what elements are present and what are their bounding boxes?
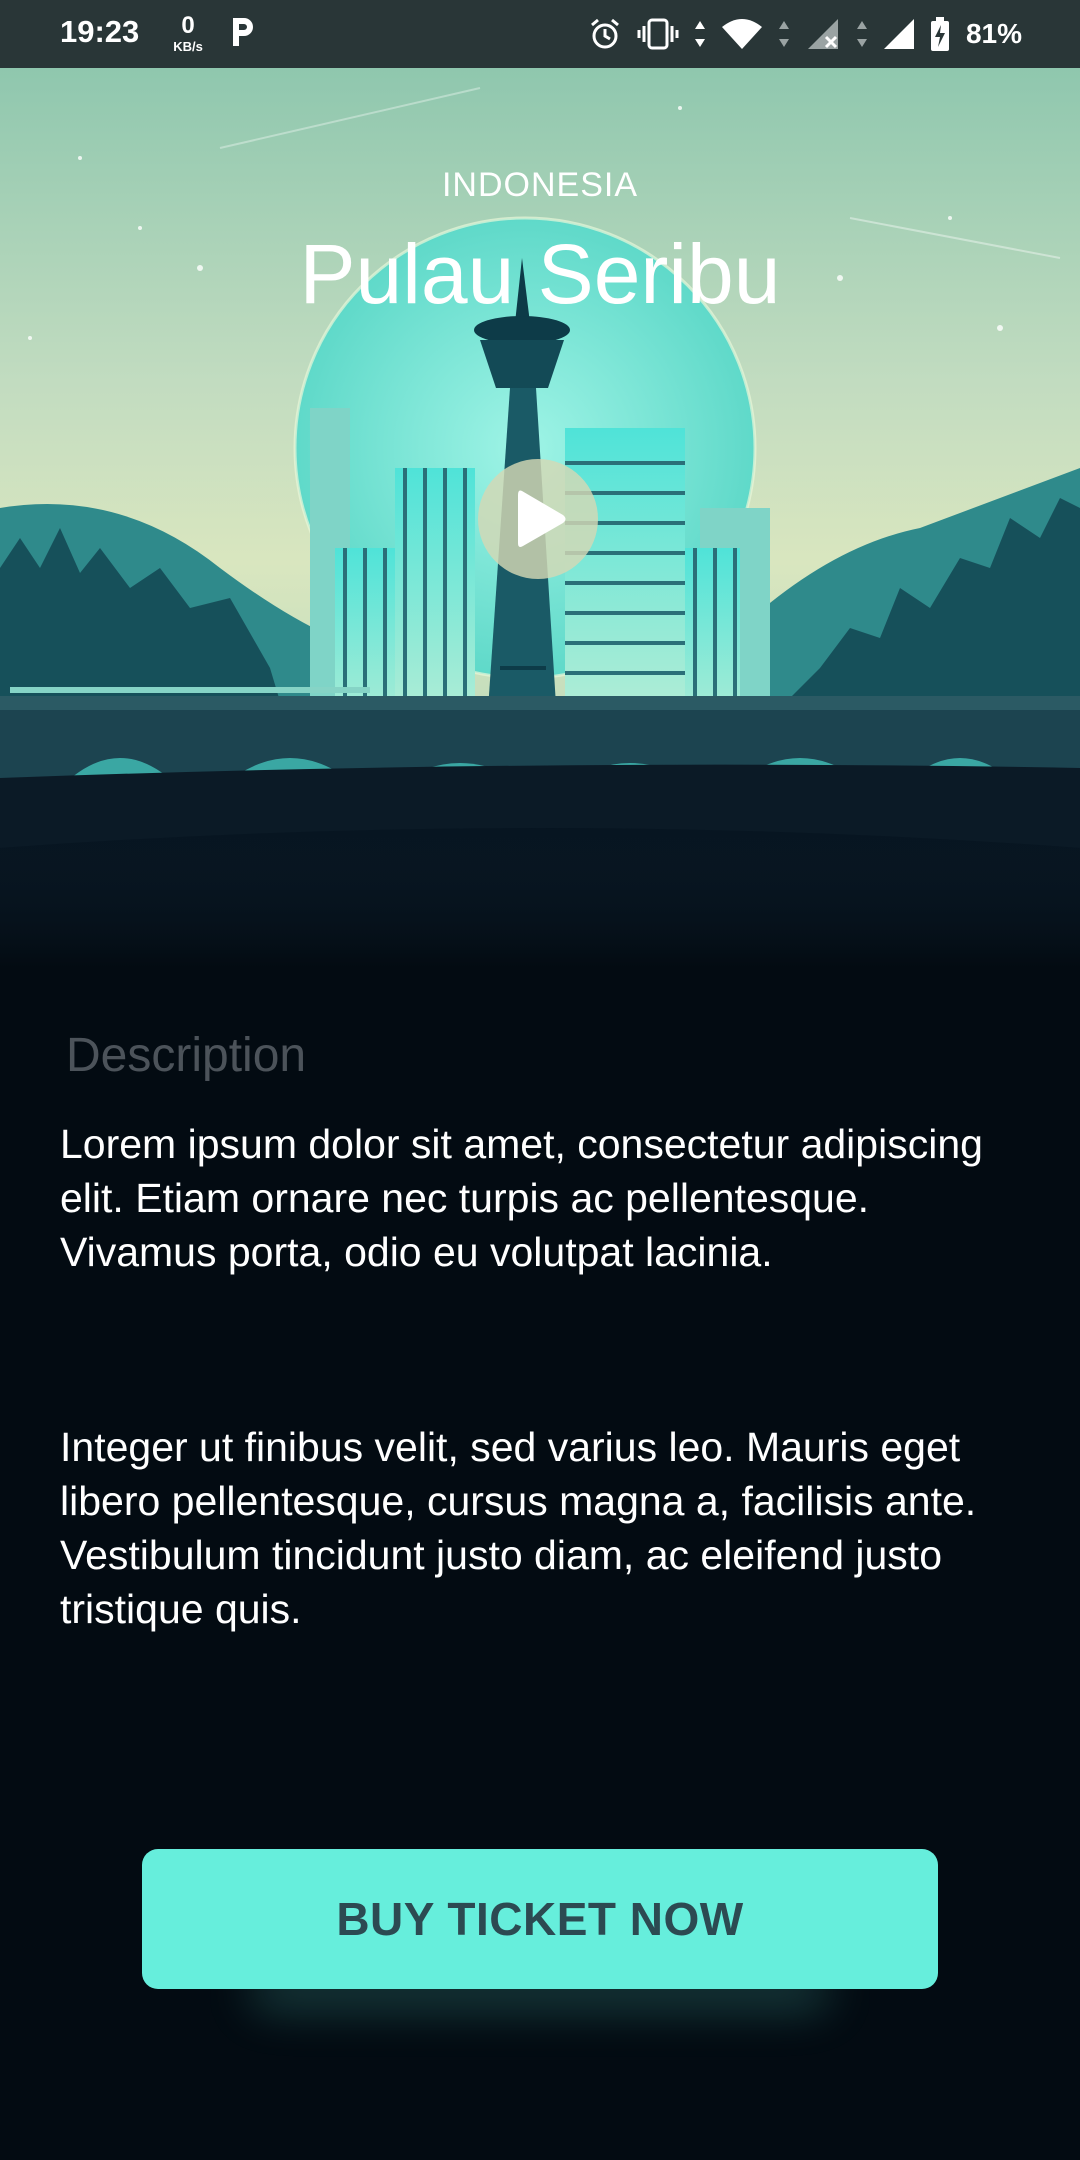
status-time: 19:23 [60,14,140,49]
hero-banner: INDONESIA Pulau Seribu [0,68,1080,968]
country-label: INDONESIA [441,166,639,204]
data-arrows-dim2-icon [856,21,867,47]
play-icon [518,490,566,547]
status-icons: 81% [588,14,1022,54]
network-speed-value: 0 [181,12,195,39]
data-arrows-dim-icon [778,21,789,47]
signal-no-sim-icon [807,19,838,49]
alarm-icon [590,18,619,49]
description-heading: Description [66,1029,307,1082]
buy-ticket-button[interactable]: BUY TICKET NOW [142,1849,938,1989]
parking-app-icon [233,18,253,46]
battery-charging-icon [930,17,949,51]
battery-percent: 81% [965,18,1022,49]
network-speed-indicator: 0 KB/s [168,12,208,54]
signal-icon [883,19,914,49]
vibrate-icon [637,18,679,50]
play-video-button[interactable] [478,459,598,579]
destination-title: Pulau Seribu [299,227,781,321]
wifi-icon [721,19,762,49]
data-arrows-icon [694,21,705,47]
network-speed-unit: KB/s [173,39,203,54]
description-paragraph-2: Integer ut finibus velit, sed varius leo… [60,1424,977,1632]
status-bar: 19:23 0 KB/s 81% [0,0,1080,68]
description-paragraph-1: Lorem ipsum dolor sit amet, consectetur … [60,1121,983,1275]
